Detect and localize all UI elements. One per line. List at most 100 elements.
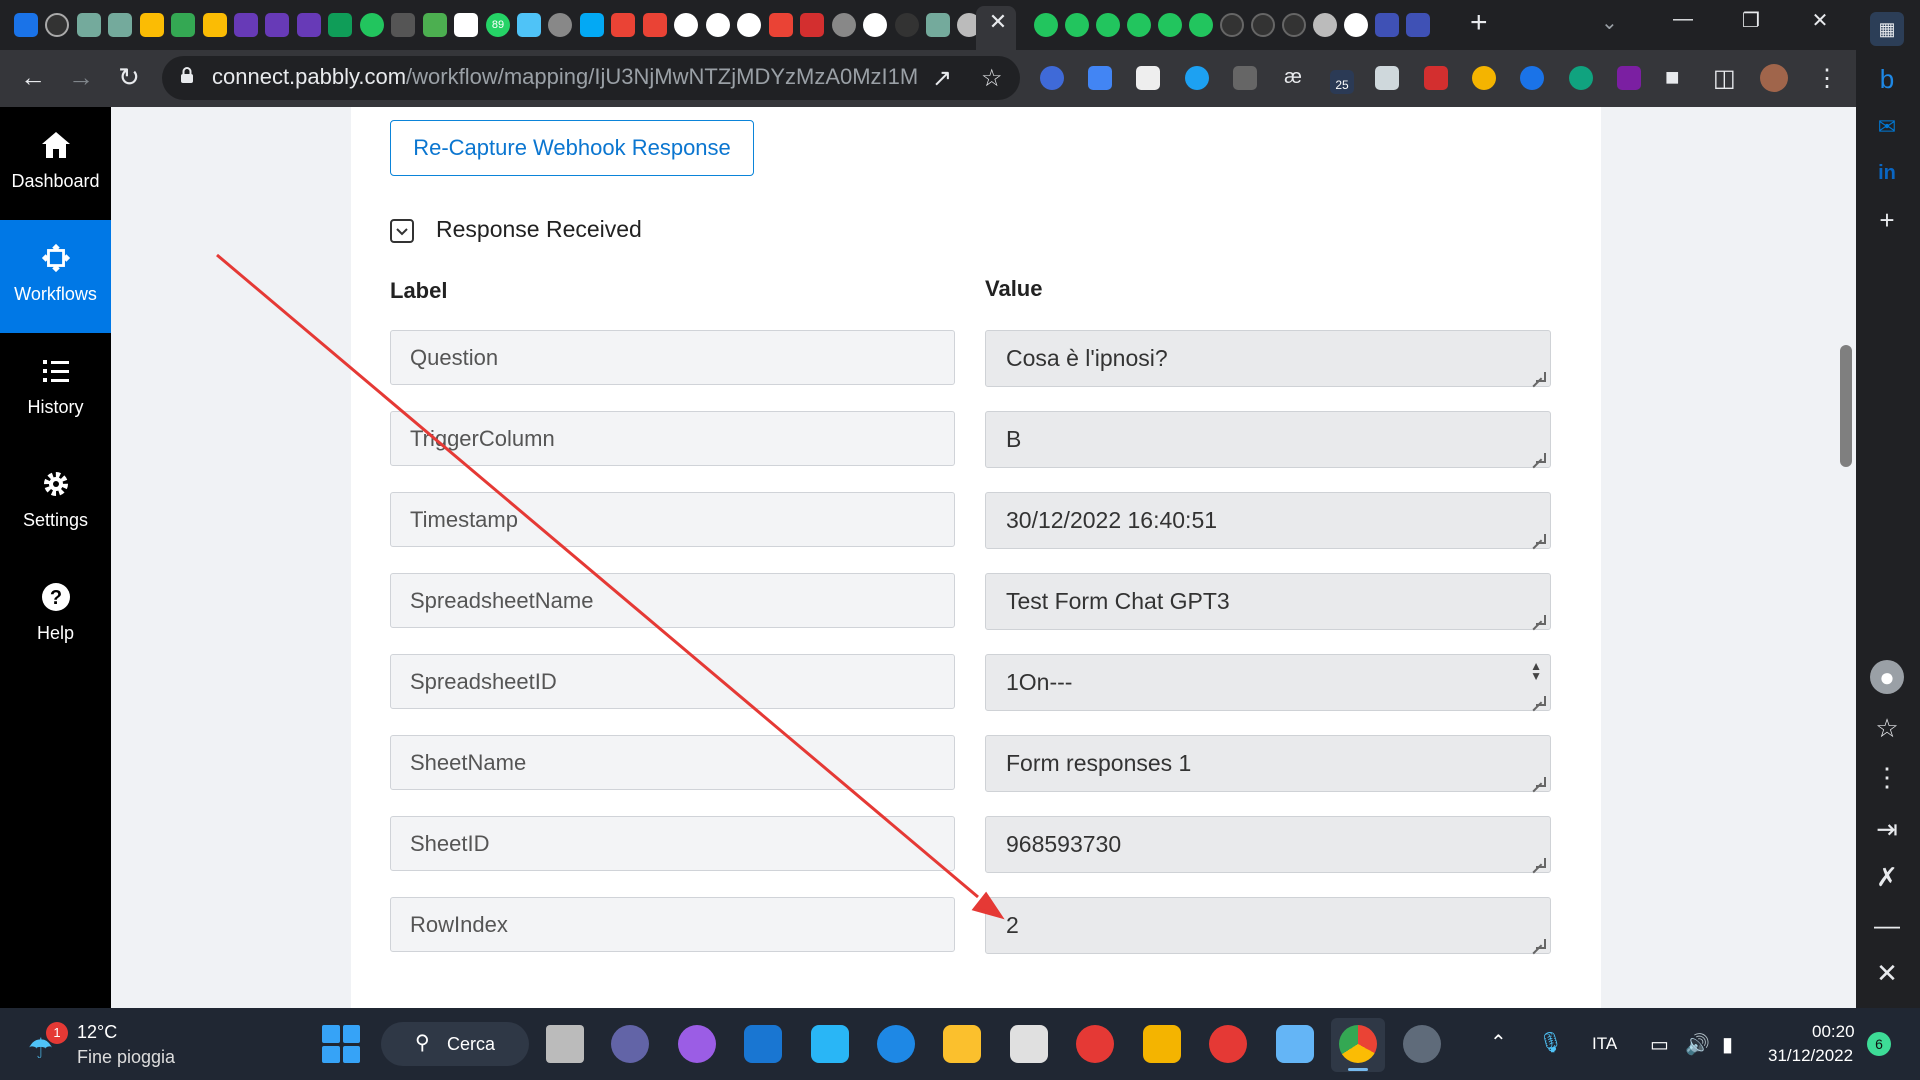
label-field-question[interactable]: Question xyxy=(390,330,955,385)
tab-favicon[interactable] xyxy=(328,13,352,37)
clock-date[interactable]: 31/12/2022 xyxy=(1768,1046,1853,1066)
nav-item-history[interactable]: History xyxy=(0,333,111,446)
tab-favicon[interactable] xyxy=(360,13,384,37)
volume-icon[interactable]: 🔊 xyxy=(1685,1032,1710,1057)
forward-icon[interactable]: → xyxy=(63,62,99,93)
tab-search-icon[interactable]: ⌄ xyxy=(1601,10,1618,35)
tab-favicon[interactable] xyxy=(140,13,164,37)
scroll-arrows-icon[interactable]: ▲ ▼ xyxy=(1530,660,1542,682)
gmail-icon[interactable] xyxy=(643,13,667,37)
tab-favicon[interactable] xyxy=(1375,13,1399,37)
resize-handle-icon[interactable] xyxy=(1536,858,1546,868)
extension-icon[interactable] xyxy=(1569,66,1593,90)
unpin-icon[interactable]: ✗ xyxy=(1870,860,1904,894)
extension-icon[interactable] xyxy=(1040,66,1064,90)
file-explorer-icon[interactable] xyxy=(943,1025,981,1063)
gmail-icon[interactable] xyxy=(769,13,793,37)
value-field-sheetid[interactable]: 968593730 xyxy=(985,816,1551,873)
tab-favicon[interactable] xyxy=(1220,13,1244,37)
tab-favicon[interactable] xyxy=(14,13,38,37)
extension-icon[interactable] xyxy=(1185,66,1209,90)
roblox-icon[interactable] xyxy=(1010,1025,1048,1063)
weather-desc[interactable]: Fine pioggia xyxy=(77,1047,175,1068)
teams-icon[interactable] xyxy=(611,1025,649,1063)
clock-time[interactable]: 00:20 xyxy=(1812,1022,1855,1042)
google-icon[interactable] xyxy=(706,13,730,37)
language-indicator[interactable]: ITA xyxy=(1592,1034,1617,1054)
tab-favicon[interactable] xyxy=(580,13,604,37)
taskbar-search[interactable]: ⚲ Cerca xyxy=(381,1022,529,1066)
tab-favicon[interactable] xyxy=(800,13,824,37)
extension-icon[interactable] xyxy=(1617,66,1641,90)
chrome-taskbar-active[interactable] xyxy=(1331,1018,1385,1072)
label-field-triggercolumn[interactable]: TriggerColumn xyxy=(390,411,955,466)
reload-icon[interactable]: ↻ xyxy=(111,62,147,93)
google-icon[interactable] xyxy=(674,13,698,37)
tab-favicon[interactable] xyxy=(234,13,258,37)
extensions-puzzle-icon[interactable]: ■ xyxy=(1665,64,1680,92)
tab-favicon[interactable] xyxy=(171,13,195,37)
tab-favicon[interactable] xyxy=(297,13,321,37)
new-tab-button[interactable]: + xyxy=(1470,6,1488,40)
profile-icon[interactable]: ● xyxy=(1870,660,1904,694)
extension-icon[interactable]: æ xyxy=(1281,66,1305,90)
tab-favicon[interactable] xyxy=(391,13,415,37)
settings-icon[interactable] xyxy=(1403,1025,1441,1063)
collapse-sidebar-icon[interactable]: ⇥ xyxy=(1870,812,1904,846)
minimize-icon[interactable]: — xyxy=(1663,8,1703,31)
restore-icon[interactable]: ❐ xyxy=(1731,8,1771,33)
resize-handle-icon[interactable] xyxy=(1536,696,1546,706)
close-window-icon[interactable]: ✕ xyxy=(1800,8,1840,33)
bing-icon[interactable]: b xyxy=(1870,62,1904,96)
value-field-spreadsheetid[interactable]: 1On--- ▲ ▼ xyxy=(985,654,1551,711)
label-field-sheetid[interactable]: SheetID xyxy=(390,816,955,871)
tab-favicon[interactable] xyxy=(45,13,69,37)
value-field-triggercolumn[interactable]: B xyxy=(985,411,1551,468)
label-field-timestamp[interactable]: Timestamp xyxy=(390,492,955,547)
task-view-icon[interactable] xyxy=(546,1025,584,1063)
recapture-webhook-button[interactable]: Re-Capture Webhook Response xyxy=(390,120,754,176)
notepad-icon[interactable] xyxy=(1276,1025,1314,1063)
pabbly-tab-icon[interactable] xyxy=(1189,13,1213,37)
mail-icon[interactable] xyxy=(744,1025,782,1063)
extension-icon[interactable] xyxy=(1520,66,1544,90)
value-field-timestamp[interactable]: 30/12/2022 16:40:51 xyxy=(985,492,1551,549)
pabbly-tab-icon[interactable] xyxy=(1034,13,1058,37)
resize-handle-icon[interactable] xyxy=(1536,939,1546,949)
extension-icon[interactable] xyxy=(1472,66,1496,90)
gmail-icon[interactable] xyxy=(611,13,635,37)
tab-favicon[interactable] xyxy=(108,13,132,37)
resize-handle-icon[interactable] xyxy=(1536,777,1546,787)
tab-badge-icon[interactable]: 89 xyxy=(486,13,510,37)
tab-favicon[interactable] xyxy=(203,13,227,37)
label-field-spreadsheetname[interactable]: SpreadsheetName xyxy=(390,573,955,628)
extension-icon[interactable] xyxy=(1136,66,1160,90)
minimize-icon[interactable]: — xyxy=(1870,908,1904,942)
page-scrollbar[interactable] xyxy=(1840,345,1852,467)
pabbly-tab-icon[interactable] xyxy=(1065,13,1089,37)
tabs-icon[interactable]: ▦ xyxy=(1870,12,1904,46)
notification-badge[interactable]: 6 xyxy=(1867,1032,1891,1056)
value-field-question[interactable]: Cosa è l'ipnosi? xyxy=(985,330,1551,387)
value-field-spreadsheetname[interactable]: Test Form Chat GPT3 xyxy=(985,573,1551,630)
weather-temp[interactable]: 12°C xyxy=(77,1022,117,1043)
resize-handle-icon[interactable] xyxy=(1536,615,1546,625)
label-field-spreadsheetid[interactable]: SpreadsheetID xyxy=(390,654,955,709)
tab-favicon[interactable] xyxy=(265,13,289,37)
pabbly-tab-icon[interactable] xyxy=(1158,13,1182,37)
start-icon[interactable] xyxy=(322,1025,360,1063)
app-icon[interactable] xyxy=(811,1025,849,1063)
close-icon[interactable]: ✕ xyxy=(1870,956,1904,990)
nav-item-settings[interactable]: Settings xyxy=(0,446,111,559)
label-field-sheetname[interactable]: SheetName xyxy=(390,735,955,790)
pabbly-tab-icon[interactable] xyxy=(1096,13,1120,37)
network-icon[interactable]: ▭ xyxy=(1650,1032,1669,1057)
extension-icon[interactable] xyxy=(1424,66,1448,90)
google-icon[interactable] xyxy=(1344,13,1368,37)
pabbly-tab-icon[interactable] xyxy=(1127,13,1151,37)
tab-favicon[interactable] xyxy=(1313,13,1337,37)
tab-favicon[interactable] xyxy=(454,13,478,37)
label-field-rowindex[interactable]: RowIndex xyxy=(390,897,955,952)
tab-favicon[interactable] xyxy=(1251,13,1275,37)
tab-favicon[interactable] xyxy=(895,13,919,37)
